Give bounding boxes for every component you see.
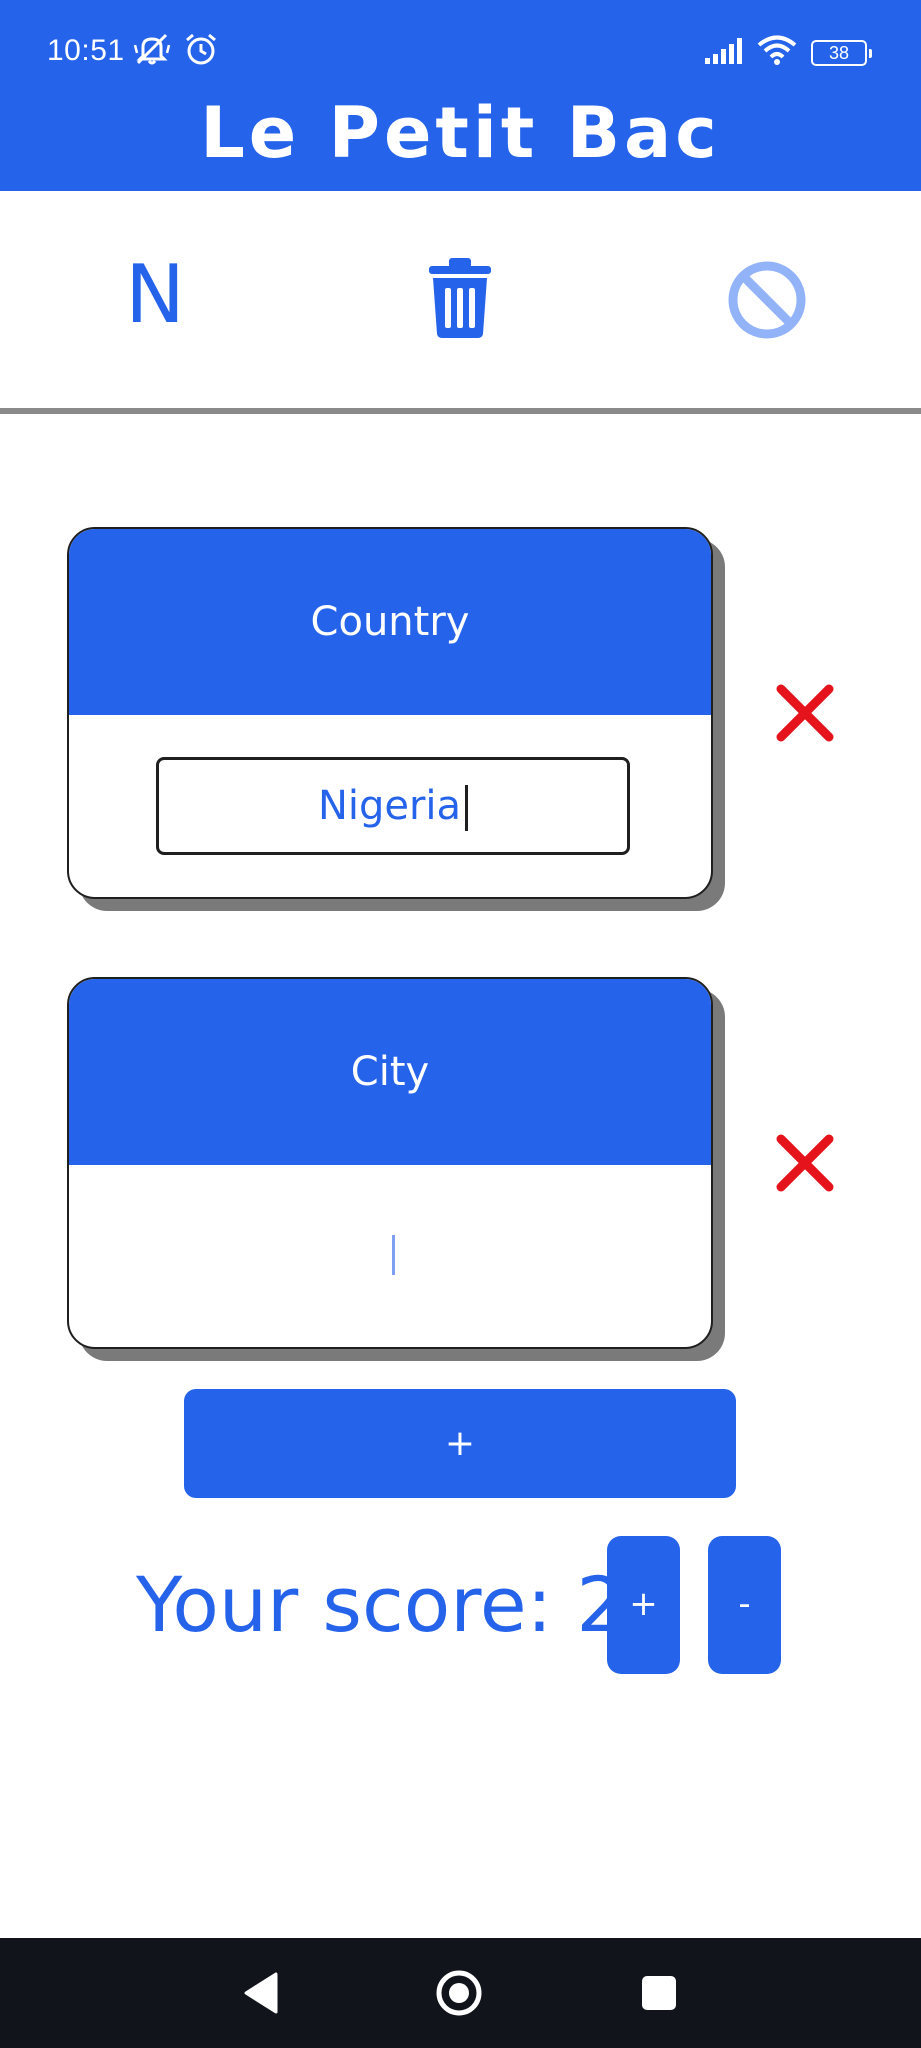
- signal-icon: [703, 36, 747, 70]
- system-nav-bar: [0, 1938, 921, 2048]
- close-icon: [775, 684, 835, 747]
- text-caret: [465, 785, 469, 831]
- status-time: 10:51: [47, 34, 125, 67]
- alarm-icon: [183, 32, 219, 70]
- remove-category-button[interactable]: [775, 1133, 835, 1197]
- delete-button[interactable]: [425, 258, 495, 344]
- app-screen: 10:51 38 Le Petit Bac N Country Nigeria …: [0, 0, 921, 2048]
- current-letter[interactable]: N: [105, 245, 205, 345]
- mute-icon: [133, 32, 171, 70]
- cancel-round-button[interactable]: [727, 260, 807, 344]
- score-label: Your score:: [136, 1560, 553, 1649]
- answer-input[interactable]: Nigeria: [156, 757, 630, 855]
- category-label: Country: [69, 529, 711, 715]
- score-decrement-button[interactable]: -: [708, 1536, 781, 1674]
- score-increment-button[interactable]: +: [607, 1536, 680, 1674]
- trash-icon: [425, 258, 495, 344]
- app-title: Le Petit Bac: [200, 92, 721, 174]
- close-icon: [775, 1134, 835, 1197]
- answer-input[interactable]: [156, 1207, 630, 1305]
- category-card-city: City: [67, 977, 713, 1349]
- score-display: Your score: 2: [136, 1555, 625, 1655]
- remove-category-button[interactable]: [775, 683, 835, 747]
- nav-recents-button[interactable]: [604, 1938, 714, 2048]
- nav-home-button[interactable]: [404, 1938, 514, 2048]
- recents-icon: [604, 1976, 714, 2048]
- disabled-icon: [727, 261, 807, 344]
- toolbar-divider: [0, 408, 921, 414]
- category-card-country: Country Nigeria: [67, 527, 713, 899]
- app-header: 10:51 38 Le Petit Bac: [0, 0, 921, 191]
- answer-value: Nigeria: [317, 783, 462, 829]
- add-category-button[interactable]: +: [184, 1389, 736, 1498]
- nav-back-button[interactable]: [206, 1938, 316, 2048]
- battery-icon: 38: [811, 40, 872, 66]
- text-caret: [391, 1235, 395, 1275]
- back-icon: [206, 1972, 316, 2048]
- home-icon: [404, 1970, 514, 2048]
- category-label: City: [69, 979, 711, 1165]
- wifi-icon: [757, 34, 797, 70]
